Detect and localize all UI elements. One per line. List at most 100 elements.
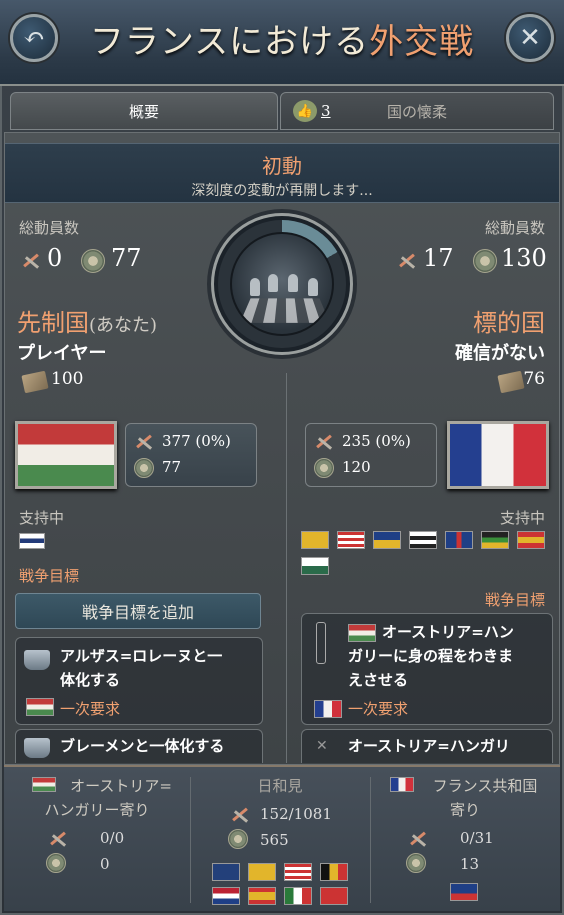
rifle-icon [19,249,43,273]
supporter-flag[interactable] [301,531,329,549]
back-icon: ↶ [23,23,45,53]
rifle-icon [132,430,156,454]
left-role: 先制国 [17,309,89,337]
manpower-icon [228,829,248,849]
paper-icon [21,370,49,394]
tab-sway-label: 国の懐柔 [386,102,447,121]
country-flag[interactable] [450,883,478,901]
left-role-note: (あなた) [89,315,158,336]
sway-summary-bar: オーストリア= ハンガリー寄り 0/0 0 日和見 152/1081 565 フ… [4,765,560,911]
overview-panel: 初動 深刻度の変動が再開します... 総動員数 0 77 総動員数 17 130… [4,132,560,765]
ship-icon [24,650,50,670]
left-leaning-title: オーストリア= [70,777,172,795]
title-accent-text: 外交戦 [369,22,475,62]
austria-hungary-flag [26,698,54,716]
phase-banner: 初動 深刻度の変動が再開します... [5,143,559,203]
left-wargoals-label: 戦争目標 [19,567,80,585]
manpower-icon [134,458,154,478]
undecided-column: 日和見 152/1081 565 [190,767,370,911]
center-divider [286,373,287,763]
supporter-flag[interactable] [337,531,365,549]
left-army-value: 377 (0%) [162,432,231,450]
right-wargoals-label: 戦争目標 [484,591,545,609]
wargoal-card[interactable]: ✕ オーストリア=ハンガリ [301,729,553,763]
right-leaning-manpower: 13 [460,855,480,873]
supporter-flag[interactable] [409,531,437,549]
phase-subtext: 深刻度の変動が再開します... [191,183,373,199]
tab-overview-label: 概要 [128,102,159,121]
wargoal-card[interactable]: オーストリア=ハン ガリーに身の程をわきま えさせる 一次要求 [301,613,553,725]
wargoal-text: オーストリア=ハンガリ [348,737,510,755]
left-paper-value: 100 [51,369,84,389]
tab-count: 3 [321,102,331,120]
left-leaning-column: オーストリア= ハンガリー寄り 0/0 0 [4,767,190,911]
undecided-title: 日和見 [257,777,303,795]
country-flag[interactable] [320,863,348,881]
title-bar: ↶ フランスにおける外交戦 ✕ [0,0,564,86]
manpower-icon [46,853,66,873]
france-flag[interactable] [447,421,549,489]
tab-overview[interactable]: 概要 [10,92,278,130]
right-paper-value: 76 [523,369,545,389]
undecided-rifle: 152/1081 [260,805,332,823]
manpower-icon [473,249,497,273]
left-rifle-value: 0 [47,244,63,272]
country-flag[interactable] [284,887,312,905]
right-support-label: 支持中 [499,509,545,527]
wargoal-requirement: 一次要求 [60,700,121,718]
country-flag[interactable] [248,863,276,881]
right-leaning-title: フランス共和国 [432,777,538,795]
rifle-icon [406,827,430,851]
wargoal-text: オーストリア=ハン [382,623,514,641]
right-army-value: 235 (0%) [342,432,411,450]
right-rifle-value: 17 [423,244,454,272]
country-flag[interactable] [212,887,240,905]
manpower-icon [81,249,105,273]
thumbs-up-icon: 👍 [293,100,317,122]
austria-hungary-flag [348,624,376,642]
country-flag[interactable] [284,863,312,881]
right-manpower-value: 130 [501,244,547,272]
back-button[interactable]: ↶ [10,14,58,62]
right-leaning-column: フランス共和国 寄り 0/31 13 [370,767,560,911]
country-flag[interactable] [320,887,348,905]
wargoal-card[interactable]: アルザス=ロレーヌと一 体化する 一次要求 [15,637,263,725]
supporter-flag[interactable] [481,531,509,549]
add-wargoal-label: 戦争目標を追加 [81,603,194,622]
wargoal-text: 体化する [60,671,121,689]
supporter-flag[interactable] [517,531,545,549]
supporter-flag[interactable] [445,531,473,549]
close-button[interactable]: ✕ [506,14,554,62]
ship-icon [24,738,50,758]
right-role-title: 標的国 [473,309,545,337]
wargoal-text: ガリーに身の程をわきま [348,647,514,665]
rifle-icon [46,827,70,851]
wargoal-text: アルザス=ロレーヌと一 [60,647,223,665]
tab-sway-countries[interactable]: 👍 3 国の懐柔 [280,92,554,130]
france-flag [314,700,342,718]
add-wargoal-button[interactable]: 戦争目標を追加 [15,593,261,629]
right-status-label: 確信がない [455,343,545,364]
left-leaning-rifle: 0/0 [100,829,125,847]
rifle-icon [312,430,336,454]
wargoal-requirement: 一次要求 [348,700,409,718]
x-icon: ✕ [316,738,328,754]
supporter-flag[interactable] [373,531,401,549]
rifle-icon [395,249,419,273]
tab-bar: 概要 👍 3 国の懐柔 [10,92,554,132]
chess-icon [230,232,334,336]
wargoal-text: えさせる [348,671,409,689]
country-flag[interactable] [212,863,240,881]
chess-progress-disc [211,213,353,355]
left-army-stats: 377 (0%) 77 [125,423,257,487]
left-leaning-title-2: ハンガリー寄り [44,801,150,819]
left-support-label: 支持中 [19,509,65,527]
supporter-flag[interactable] [19,533,45,549]
country-flag[interactable] [248,887,276,905]
undecided-manpower: 565 [260,831,289,849]
supporter-flag[interactable] [301,557,329,575]
phase-heading: 初動 [262,154,302,178]
austria-hungary-flag[interactable] [15,421,117,489]
right-army-stats: 235 (0%) 120 [305,423,437,487]
wargoal-card[interactable]: ブレーメンと一体化する [15,729,263,763]
